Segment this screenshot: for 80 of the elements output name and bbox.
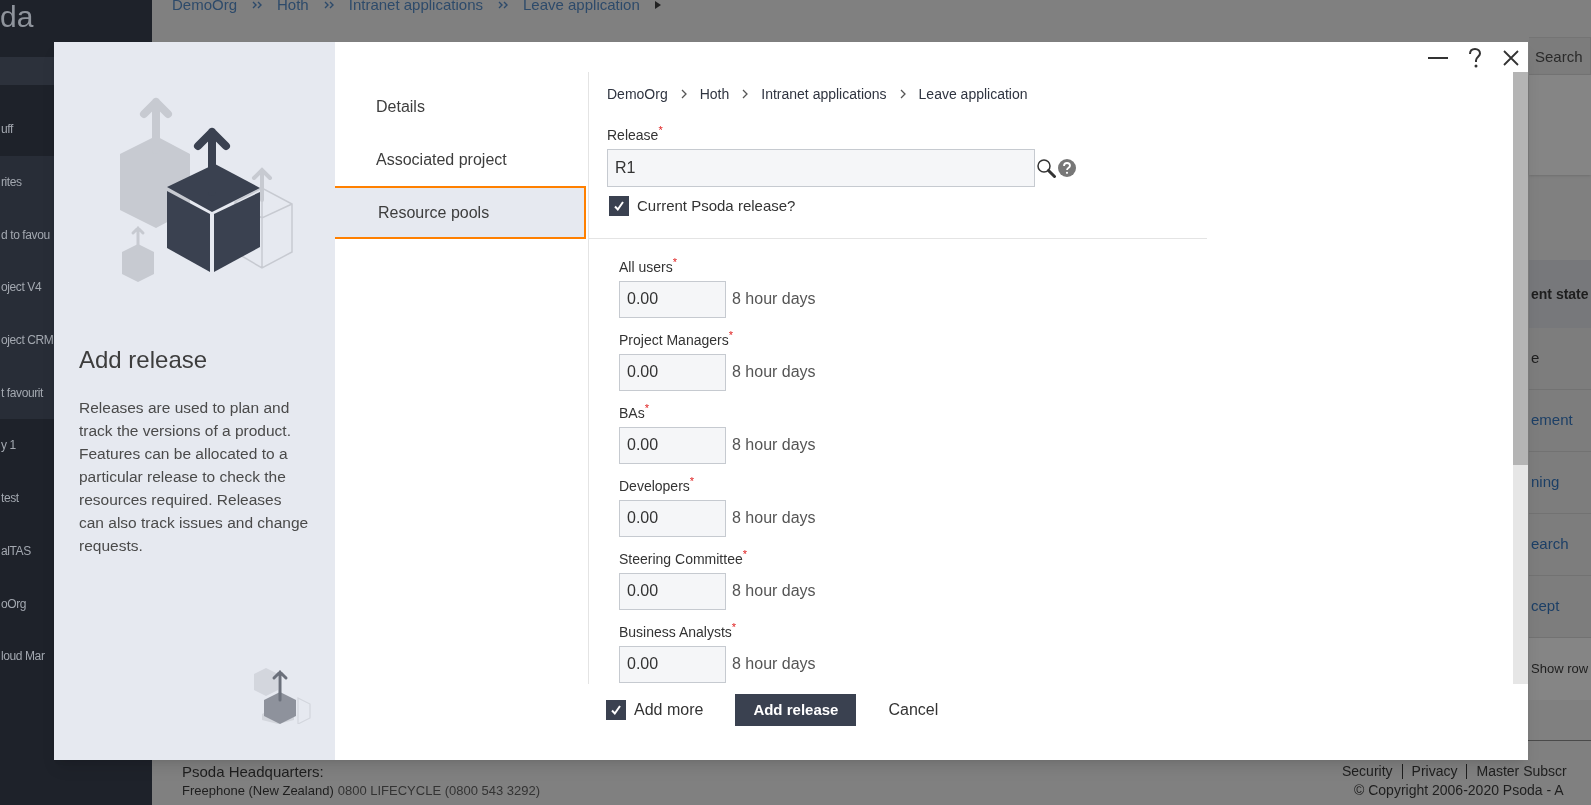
- breadcrumb-separator-icon: [322, 0, 335, 11]
- search-icon: [1036, 158, 1058, 178]
- checkbox[interactable]: [609, 196, 629, 217]
- show-rows-label: Show row: [1530, 660, 1589, 679]
- checkbox-label: Current Psoda release?: [637, 196, 796, 216]
- unit-label: 8 hour days: [732, 508, 816, 528]
- number-field[interactable]: 0.00: [619, 499, 726, 537]
- breadcrumb-link[interactable]: Intranet applications: [761, 83, 887, 105]
- minimize-icon: [1428, 57, 1448, 59]
- breadcrumb-separator-icon: [251, 0, 264, 11]
- number-field[interactable]: 0.00: [619, 353, 726, 391]
- number-field[interactable]: 0.00: [619, 572, 726, 610]
- scrollbar[interactable]: [1513, 72, 1528, 684]
- footer-link[interactable]: Security: [1342, 762, 1393, 781]
- sidebar-item[interactable]: d to favou: [0, 225, 50, 244]
- field-label: Steering Committee: [619, 549, 743, 569]
- sidebar-item[interactable]: oject V4: [0, 278, 42, 297]
- copyright-text: © Copyright 2006-2020 Psoda - A: [1354, 781, 1564, 800]
- field-label: Business Analysts: [619, 622, 732, 642]
- sidebar-item[interactable]: y 1: [0, 436, 16, 455]
- nav-tab[interactable]: Details: [335, 80, 588, 133]
- unit-label: 8 hour days: [732, 362, 816, 382]
- sidebar-item[interactable]: uff: [0, 120, 13, 139]
- release-field[interactable]: R1: [607, 149, 1035, 187]
- table-cell-text: e: [1530, 348, 1540, 369]
- unit-label: 8 hour days: [732, 581, 816, 601]
- number-field[interactable]: 0.00: [619, 280, 726, 318]
- number-field[interactable]: 0.00: [619, 426, 726, 464]
- breadcrumb-link[interactable]: Hoth: [699, 83, 730, 105]
- unit-label: 8 hour days: [732, 289, 816, 309]
- chevron-right-icon: [898, 88, 907, 100]
- required-mark: *: [731, 621, 737, 633]
- scrollbar-thumb[interactable]: [1513, 72, 1528, 465]
- dialog-title: Add release: [79, 345, 208, 375]
- close-icon: [1502, 49, 1520, 67]
- required-mark: *: [728, 329, 733, 341]
- dialog-description: Releases are used to plan and track the versions of a product. Features can be allocated to a particular release to check the resources required. Releases can also track issues and change requests.: [79, 398, 310, 556]
- help-icon: [1468, 48, 1482, 68]
- sidebar-item[interactable]: oOrg: [0, 594, 27, 613]
- required-mark: *: [689, 475, 695, 487]
- breadcrumb-link[interactable]: Leave application: [918, 83, 1028, 105]
- sidebar-item[interactable]: loud Mar: [0, 647, 45, 666]
- triangle-icon: [653, 0, 662, 10]
- field-label: Developers: [619, 476, 690, 496]
- footer-link[interactable]: Privacy: [1411, 762, 1458, 781]
- sidebar-item[interactable]: test: [0, 489, 19, 508]
- field-label: BAs: [619, 403, 645, 423]
- nav-tab[interactable]: Associated project: [335, 133, 588, 186]
- unit-label: 8 hour days: [732, 654, 816, 674]
- field-label: All users: [619, 257, 673, 277]
- required-mark: *: [672, 256, 677, 268]
- check-icon: [609, 703, 623, 717]
- chevron-right-icon: [741, 88, 750, 100]
- column-header: ent state: [1530, 284, 1589, 304]
- footer-heading: Psoda Headquarters:: [182, 762, 324, 781]
- sidebar-item[interactable]: oject CRM: [0, 331, 54, 350]
- number-field[interactable]: 0.00: [619, 645, 726, 683]
- footer-phone: 0800 LIFECYCLE (0800 543 3292): [337, 782, 541, 800]
- chevron-right-icon: [679, 88, 688, 100]
- footer-link[interactable]: Master Subscr: [1476, 762, 1567, 781]
- sidebar-item[interactable]: t favourit: [0, 383, 44, 402]
- sidebar-item[interactable]: alTAS: [0, 541, 31, 560]
- cancel-button[interactable]: Cancel: [870, 694, 957, 726]
- required-mark: *: [658, 125, 663, 138]
- checkbox-label: Add more: [634, 700, 704, 720]
- search-field[interactable]: Search: [1529, 37, 1591, 75]
- add-release-button[interactable]: Add release: [735, 694, 857, 726]
- checkbox[interactable]: [606, 700, 626, 720]
- footer-phone-label: Freephone (New Zealand): [182, 782, 334, 800]
- unit-label: 8 hour days: [732, 435, 816, 455]
- required-mark: *: [742, 548, 747, 560]
- breadcrumb-separator-icon: [497, 0, 509, 11]
- breadcrumb-link[interactable]: DemoOrg: [607, 83, 668, 105]
- sidebar-item[interactable]: rites: [0, 173, 22, 192]
- required-mark: *: [644, 402, 649, 414]
- check-icon: [612, 199, 626, 214]
- help-icon: [1058, 159, 1076, 177]
- field-label: Release: [607, 127, 659, 145]
- logo-text: da: [0, 0, 34, 35]
- field-label: Project Managers: [619, 330, 729, 350]
